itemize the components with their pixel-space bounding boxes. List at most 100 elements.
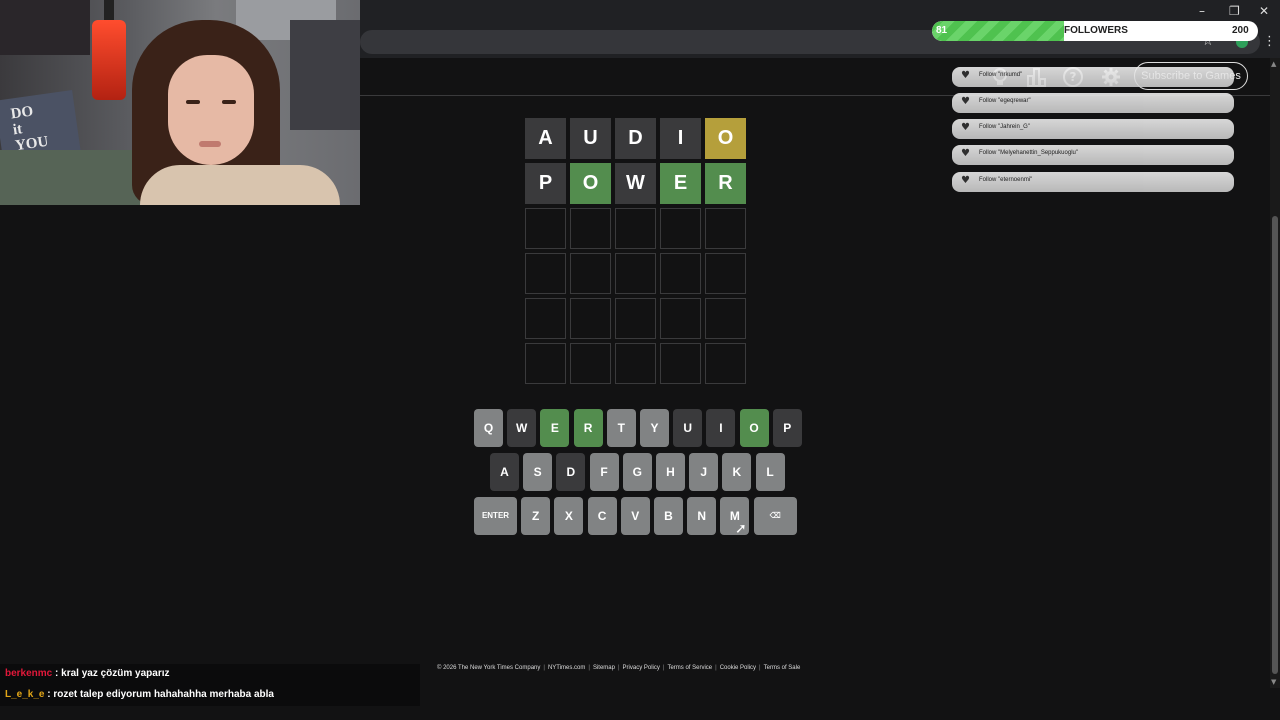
follow-alert-text: Follow "nrkumd" [979,72,1023,78]
key-z[interactable]: Z [521,497,551,535]
board-tile [525,208,566,249]
chat-text: : kral yaz çözüm yaparız [52,668,170,679]
board-tile: W [615,163,656,204]
board-tile [615,343,656,384]
chat-username: berkenmc [5,668,53,679]
board-tile: I [660,118,701,159]
board-tile: A [525,118,566,159]
board-tile: D [615,118,656,159]
key-i[interactable]: I [706,409,736,447]
key-t[interactable]: T [606,409,636,447]
key-e[interactable]: E [540,409,570,447]
follower-goal-fill [932,21,1065,41]
minimize-icon[interactable]: – [1199,4,1205,18]
chat-username: L_e_k_e [5,689,45,700]
webcam-eye-right [222,100,236,104]
footer-link[interactable]: Sitemap [593,665,615,671]
follow-alert-text: Follow "Jahrein_G" [979,124,1030,130]
key-l[interactable]: L [755,453,785,491]
board-tile [615,253,656,294]
webcam-overlay: DO it YOU YOU [0,0,360,205]
footer-link: © 2026 The New York Times Company [437,665,541,671]
board-tile [660,208,701,249]
key-s[interactable]: S [523,453,553,491]
heart-icon: ♥ [961,175,970,186]
heart-icon: ♥ [961,148,970,159]
footer-separator: | [715,665,717,671]
board-tile: O [570,163,611,204]
board-tile [615,298,656,339]
scrollbar-thumb[interactable] [1272,216,1278,674]
follow-alert-text: Follow "eternoenmi" [979,177,1033,183]
heart-icon: ♥ [961,96,970,107]
footer-separator: | [543,665,545,671]
chat-message: berkenmc : kral yaz çözüm yaparız [5,668,170,679]
follow-alert: ♥ Follow "nrkumd" [952,67,1234,87]
scroll-up-icon[interactable]: ▲ [1271,60,1276,68]
board-tile [705,298,746,339]
footer-separator: | [759,665,761,671]
key-x[interactable]: X [554,497,584,535]
board-tile [525,253,566,294]
footer-link[interactable]: Terms of Sale [764,665,801,671]
key-p[interactable]: P [772,409,802,447]
footer-link[interactable]: Cookie Policy [720,665,756,671]
restore-icon[interactable]: ❐ [1229,4,1240,18]
footer-link[interactable]: Terms of Service [667,665,712,671]
browser-menu-icon[interactable]: ⋮ [1263,34,1276,49]
webcam-streamer-body [140,165,340,205]
board-tile [525,298,566,339]
board-tile: P [525,163,566,204]
board-tile [525,343,566,384]
key-g[interactable]: G [622,453,652,491]
key-o[interactable]: O [739,409,769,447]
mouse-cursor-icon: ➚ [735,521,747,537]
webcam-shelf [0,0,90,55]
footer-separator: | [588,665,590,671]
footer-link[interactable]: NYTimes.com [548,665,585,671]
key-c[interactable]: C [587,497,617,535]
key-b[interactable]: B [654,497,683,535]
key-h[interactable]: H [656,453,685,491]
board-tile: O [705,118,746,159]
follow-alert-text: Follow "Melyehanettin_Seppukuoglu" [979,150,1078,156]
key-r[interactable]: R [573,409,603,447]
board-tile [615,208,656,249]
screen: – ❐ ✕ ☆ ⋮ ? Subscribe to Games ▲ ▼ DO it… [0,0,1280,720]
key-v[interactable]: V [620,497,650,535]
chat-overlay: berkenmc : kral yaz çözüm yaparız L_e_k_… [0,664,420,706]
webcam-streamer-face [168,55,254,165]
heart-icon: ♥ [961,122,970,133]
footer-link[interactable]: Privacy Policy [623,665,660,671]
scroll-down-icon[interactable]: ▼ [1271,678,1276,686]
key-w[interactable]: W [507,409,537,447]
webcam-lamp [92,20,126,100]
webcam-figurines [290,20,360,130]
board-tile [570,298,611,339]
follower-label: FOLLOWERS [1064,25,1128,36]
footer-separator: | [662,665,665,671]
key-y[interactable]: Y [640,409,669,447]
enter-key[interactable]: ENTER [474,497,517,535]
follow-alert: ♥ Follow "Melyehanettin_Seppukuoglu" [952,145,1234,165]
close-icon[interactable]: ✕ [1259,4,1269,18]
key-n[interactable]: N [687,497,717,535]
chat-text: : rozet talep ediyorum hahahahha merhaba… [44,689,274,700]
chat-message: L_e_k_e : rozet talep ediyorum hahahahha… [5,689,274,700]
backspace-key[interactable]: ⌫ [753,497,797,535]
key-f[interactable]: F [589,453,619,491]
board-tile [660,253,701,294]
key-u[interactable]: U [673,409,703,447]
follow-alert: ♥ Follow "Jahrein_G" [952,119,1234,139]
board-tile: U [570,118,611,159]
key-k[interactable]: K [722,453,752,491]
key-a[interactable]: A [490,453,519,491]
key-q[interactable]: Q [474,409,503,447]
key-j[interactable]: J [689,453,719,491]
board-tile [705,253,746,294]
board-tile [660,298,701,339]
follower-goal: 200 [1232,25,1249,36]
key-d[interactable]: D [556,453,586,491]
follow-alert-text: Follow "egeqrewar" [979,98,1031,104]
board-tile [570,343,611,384]
